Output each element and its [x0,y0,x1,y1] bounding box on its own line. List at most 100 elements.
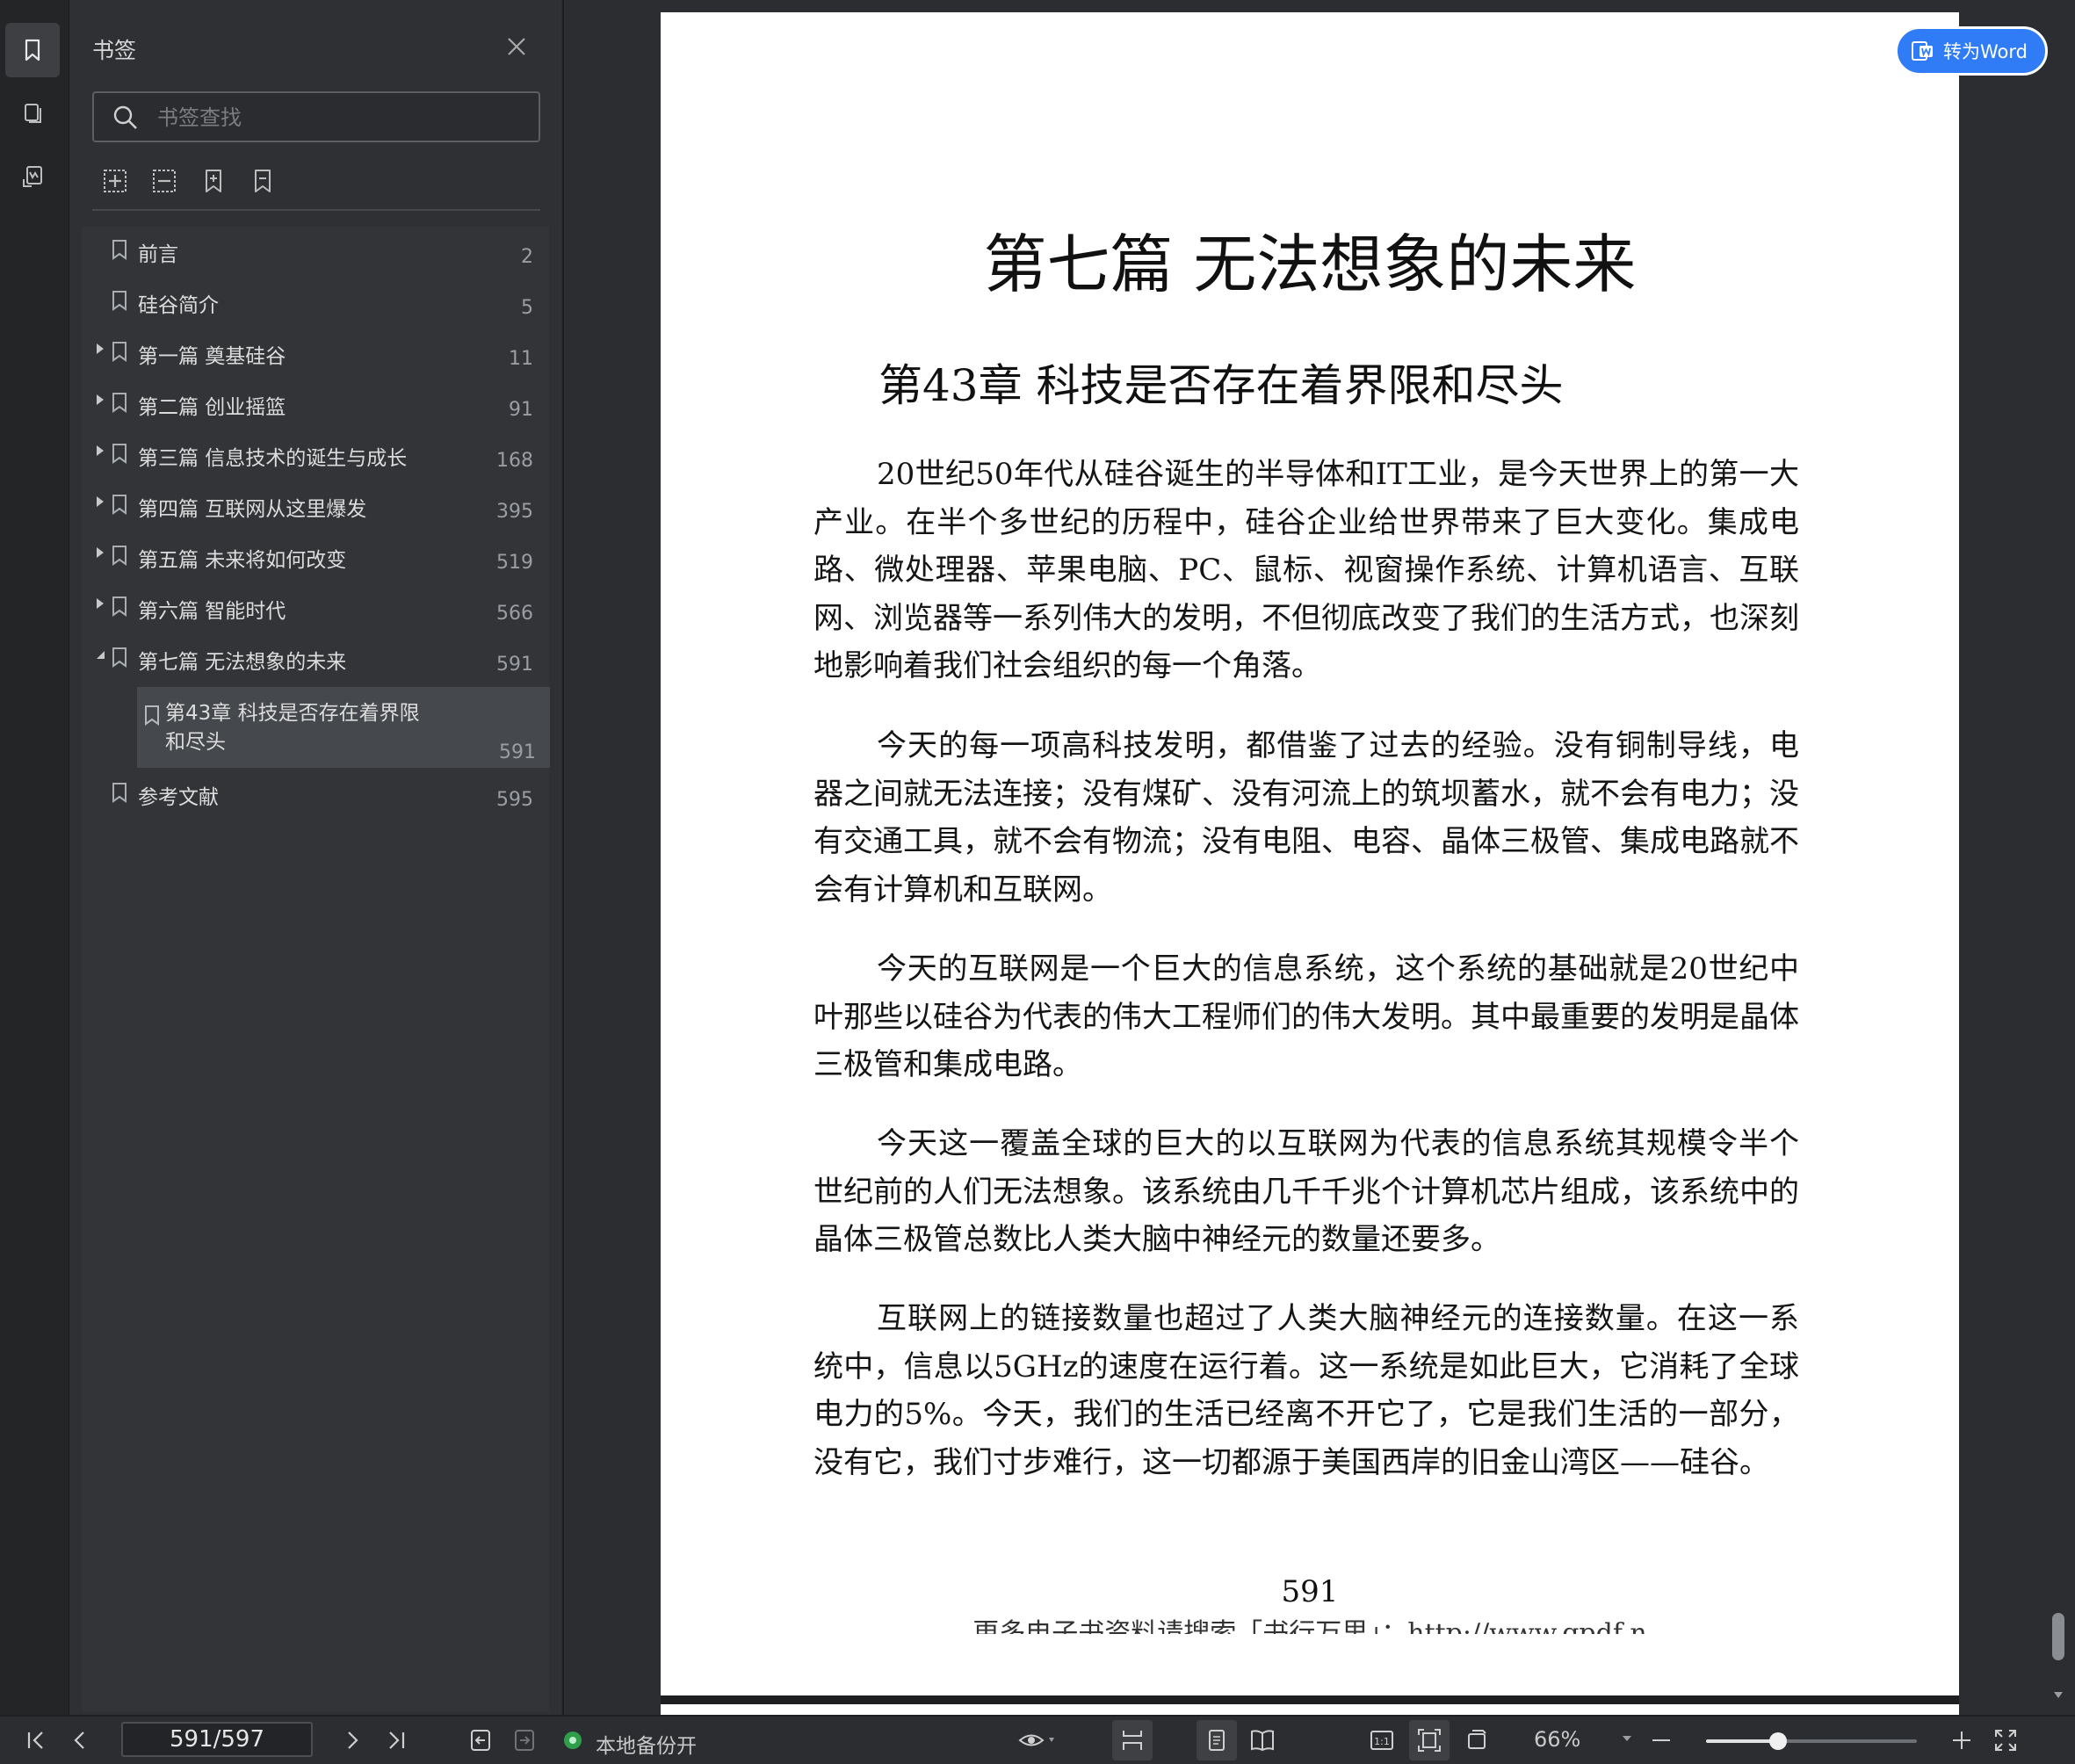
bookmark-label: 第二篇 创业摇篮 [138,396,286,419]
fullscreen-button[interactable] [1992,1727,2019,1753]
bookmark-item-preface[interactable]: 前言 2 [82,227,549,276]
bookmark-page: 591 [499,741,536,763]
bookmark-search-box [92,91,540,142]
fit-page-icon [1418,1729,1441,1752]
document-viewport[interactable]: 第七篇 无法想象的未来 第43章 科技是否存在着界限和尽头 20世纪50年代从硅… [562,0,2075,1715]
double-page-icon [1251,1730,1274,1752]
rotate-button[interactable] [1464,1727,1490,1753]
go-forward-button[interactable] [511,1727,538,1753]
page-number: 591 [1281,1574,1339,1609]
bookmark-item-part2[interactable]: 第二篇 创业摇篮 91 [82,380,549,429]
bookmark-label: 第一篇 奠基硅谷 [138,345,286,368]
bookmark-label: 第43章 科技是否存在着界限和尽头 [165,702,420,754]
zoom-out-button[interactable] [1648,1727,1674,1753]
continuous-scroll-icon [1123,1731,1142,1750]
collapse-arrow-icon[interactable] [94,648,106,661]
convert-to-word-label: 转为Word [1943,41,2028,62]
bookmark-page: 11 [509,348,533,370]
vertical-scrollbar-thumb[interactable] [2052,1613,2064,1660]
remove-bookmark-button[interactable] [249,167,280,199]
page-number-input[interactable]: 591/597 [121,1722,313,1757]
first-page-icon [27,1731,43,1749]
scroll-down-icon[interactable] [2052,1688,2064,1701]
eye-protection-icon [1018,1734,1054,1746]
fit-page-button[interactable] [1416,1727,1442,1753]
backup-status-icon [564,1731,582,1749]
bookmark-icon [112,444,127,464]
bookmark-item-part4[interactable]: 第四篇 互联网从这里爆发 395 [82,481,549,531]
collapse-all-button[interactable] [150,167,182,199]
previous-page-button[interactable] [67,1727,93,1753]
go-forward-icon [515,1730,534,1751]
double-page-button[interactable] [1249,1727,1276,1753]
next-page-button[interactable] [339,1727,365,1753]
page-footer: 更多电子书资料请搜索「书行万里」：http://www.gpdf.n [972,1618,1647,1634]
zoom-level[interactable]: 66% [1534,1727,1580,1752]
minus-icon [1652,1739,1670,1741]
actual-size-icon: 1:1 [1370,1731,1393,1750]
bookmark-item-part6[interactable]: 第六篇 智能时代 566 [82,583,549,633]
add-bookmark-button[interactable] [199,167,231,199]
bookmark-icon [112,783,127,803]
close-panel-button[interactable] [503,33,530,60]
fullscreen-icon [1995,1730,2016,1751]
eye-protection-button[interactable] [1017,1727,1058,1753]
panel-divider [92,209,540,211]
chevron-left-icon [74,1731,84,1749]
bookmark-icon [112,647,127,668]
bookmark-item-part3[interactable]: 第三篇 信息技术的诞生与成长 168 [82,430,549,480]
bookmark-item-chapter43[interactable]: 第43章 科技是否存在着界限和尽头 591 [137,687,550,768]
bookmark-item-intro[interactable]: 硅谷简介 5 [82,278,549,327]
page-separator [661,1695,1959,1704]
continuous-scroll-button[interactable] [1119,1727,1146,1753]
rail-bookmarks-button[interactable] [5,23,60,77]
paragraph: 今天的互联网是一个巨大的信息系统，这个系统的基础就是20世纪中叶那些以硅谷为代表… [813,951,1799,1082]
bookmark-icon [112,342,127,362]
expand-arrow-icon[interactable] [94,343,106,355]
bookmark-item-part7[interactable]: 第七篇 无法想象的未来 591 [82,634,549,683]
expand-arrow-icon[interactable] [94,546,106,559]
actual-size-button[interactable]: 1:1 [1369,1727,1395,1753]
word-convert-icon [1912,41,1933,61]
bookmarks-panel: 书签 前言 2 硅谷简介 5 [69,0,561,1715]
bookmark-icon [112,546,127,566]
expand-arrow-icon[interactable] [94,445,106,457]
rail-annotations-button[interactable] [5,149,60,204]
bookmark-page: 519 [496,552,533,574]
expand-all-icon [104,170,127,192]
expand-arrow-icon[interactable] [94,394,106,406]
bookmark-search-input[interactable] [155,100,528,135]
zoom-slider[interactable] [1706,1732,1917,1750]
expand-all-button[interactable] [101,167,133,199]
single-page-button[interactable] [1204,1727,1230,1753]
first-page-button[interactable] [23,1727,49,1753]
bookmark-label: 前言 [138,243,178,266]
bookmark-label: 第四篇 互联网从这里爆发 [138,498,367,521]
single-page-icon [1209,1730,1225,1751]
svg-text:1:1: 1:1 [1374,1736,1390,1747]
convert-to-word-button[interactable]: 转为Word [1895,26,2048,76]
bookmark-item-part1[interactable]: 第一篇 奠基硅谷 11 [82,329,549,378]
zoom-slider-thumb[interactable] [1768,1732,1787,1750]
panel-title: 书签 [92,38,137,63]
bookmark-label: 第五篇 未来将如何改变 [138,549,347,572]
bookmark-page: 91 [509,399,533,421]
part-title: 第七篇 无法想象的未来 [983,228,1637,301]
last-page-button[interactable] [383,1727,409,1753]
bookmark-item-references[interactable]: 参考文献 595 [82,770,549,819]
zoom-in-button[interactable] [1948,1727,1975,1753]
expand-arrow-icon[interactable] [94,597,106,610]
bookmark-icon [112,240,127,260]
bookmark-tree: 前言 2 硅谷简介 5 第一篇 奠基硅谷 11 第二篇 创业摇篮 91 第三篇 … [82,227,550,1711]
last-page-icon [389,1731,405,1749]
bookmark-page: 5 [521,297,533,319]
go-back-button[interactable] [467,1727,494,1753]
chevron-down-icon[interactable] [1622,1734,1632,1743]
rail-pages-button[interactable] [5,86,60,141]
bookmark-page: 595 [496,789,533,811]
bookmark-icon [112,291,127,311]
expand-arrow-icon[interactable] [94,495,106,508]
bookmark-item-part5[interactable]: 第五篇 未来将如何改变 519 [82,532,549,582]
bookmark-icon [112,393,127,413]
backup-status-label[interactable]: 本地备份开 [596,1729,697,1759]
